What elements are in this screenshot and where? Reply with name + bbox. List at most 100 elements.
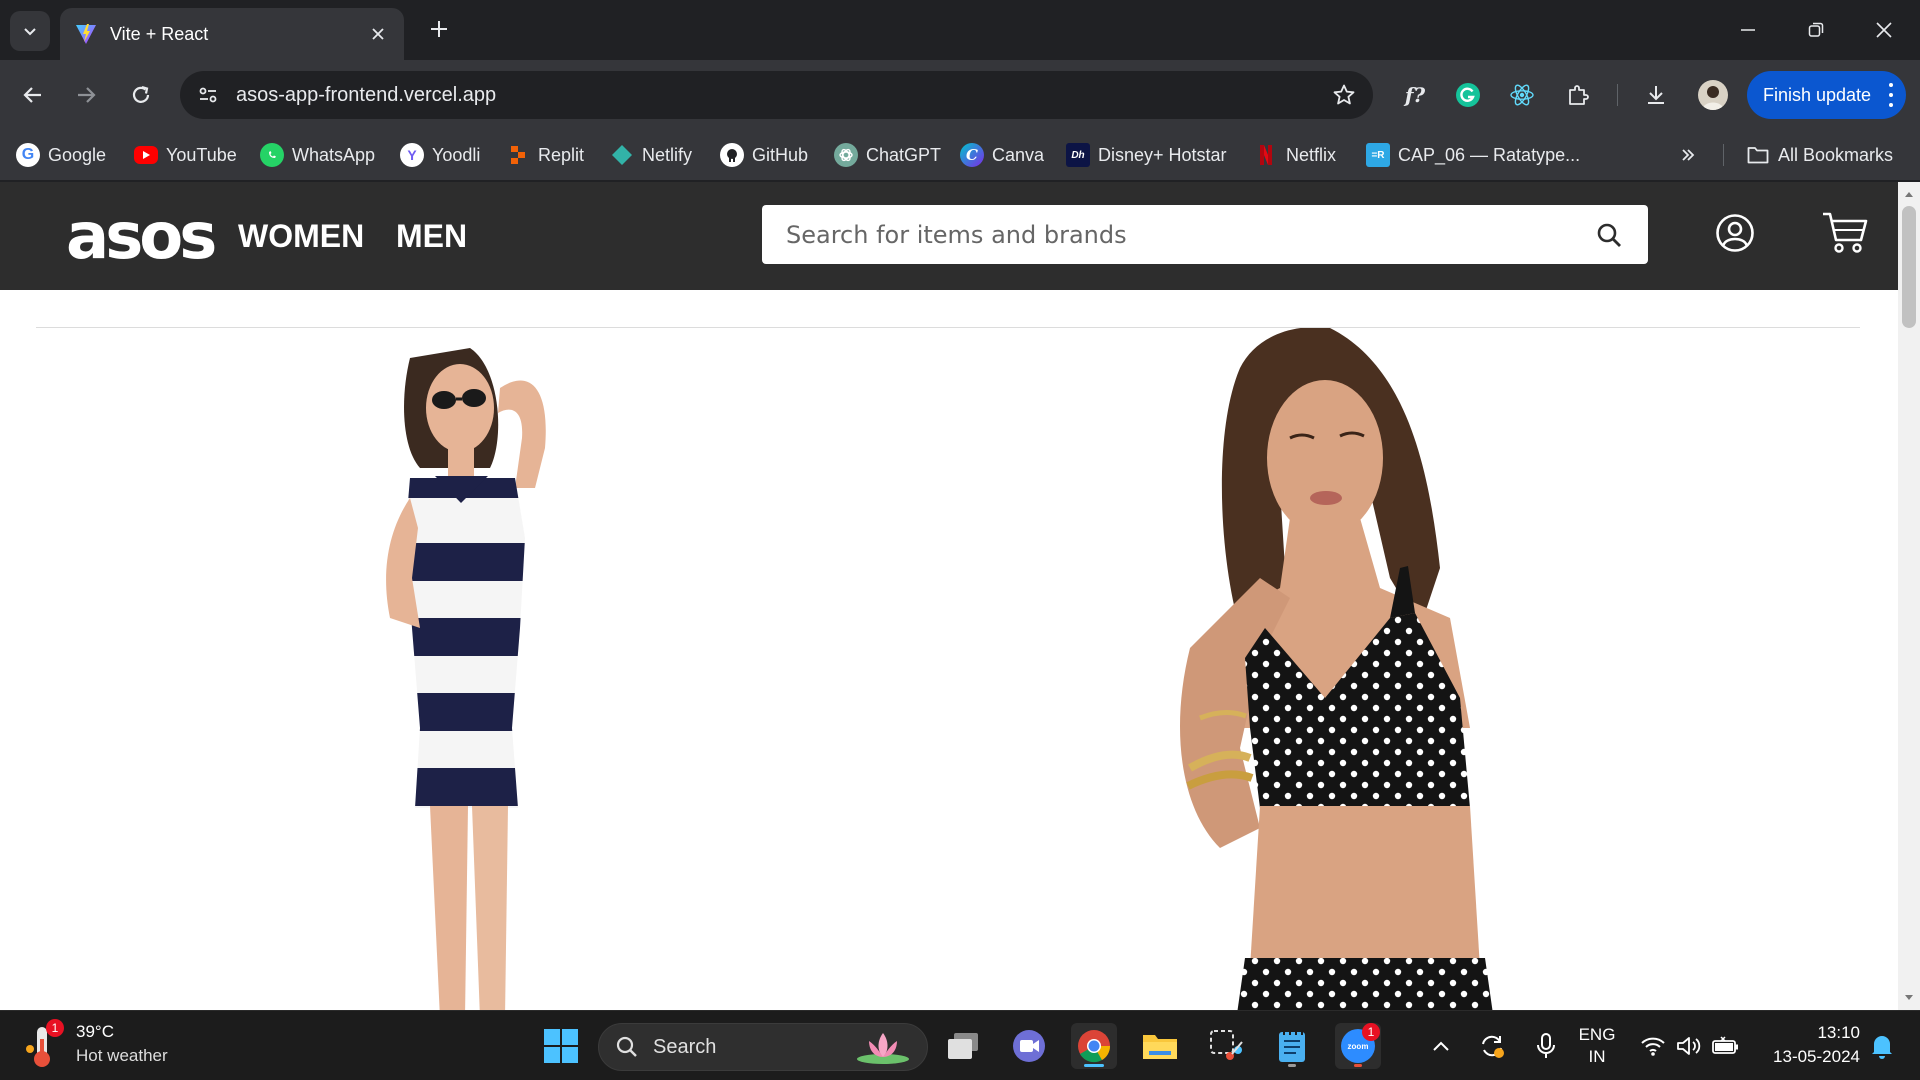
back-button[interactable] <box>15 77 51 113</box>
sync-status-button[interactable] <box>1474 1023 1510 1069</box>
bookmark-whatsapp[interactable]: WhatsApp <box>260 139 375 171</box>
taskbar-search-label: Search <box>653 1035 717 1058</box>
bookmark-google[interactable]: G Google <box>16 139 106 171</box>
minimize-button[interactable] <box>1720 8 1776 52</box>
site-info-icon[interactable] <box>194 81 222 109</box>
more-bookmarks-button[interactable] <box>1676 139 1700 171</box>
close-window-button[interactable] <box>1856 8 1912 52</box>
replit-icon <box>506 143 530 167</box>
bookmark-youtube[interactable]: YouTube <box>134 139 237 171</box>
address-bar[interactable]: asos-app-frontend.vercel.app <box>180 71 1373 119</box>
nav-men[interactable]: MEN <box>396 218 467 255</box>
product-image-polka-dot-top[interactable] <box>1150 328 1590 1010</box>
reload-icon <box>132 85 150 103</box>
finish-update-button[interactable]: Finish update <box>1747 71 1906 119</box>
site-search-input[interactable] <box>786 220 1594 249</box>
bookmark-canva[interactable]: C Canva <box>960 139 1044 171</box>
browser-tab[interactable]: Vite + React <box>60 8 404 60</box>
arrow-left-icon <box>23 87 41 103</box>
bookmark-yoodli[interactable]: Y Yoodli <box>400 139 480 171</box>
bookmark-hotstar[interactable]: Dh Disney+ Hotstar <box>1066 139 1227 171</box>
language-bottom: IN <box>1588 1047 1606 1066</box>
notepad-icon <box>1279 1030 1305 1062</box>
react-devtools-icon[interactable] <box>1504 77 1540 113</box>
battery-button[interactable] <box>1708 1023 1744 1069</box>
bell-icon <box>1872 1036 1892 1059</box>
language-top: ENG <box>1578 1025 1616 1044</box>
downloads-icon[interactable] <box>1638 77 1674 113</box>
clock-date: 13-05-2024 <box>1773 1047 1860 1066</box>
microphone-icon <box>1537 1033 1555 1058</box>
snipping-tool-button[interactable] <box>1203 1023 1249 1069</box>
chevron-down-icon <box>24 28 36 36</box>
restore-button[interactable] <box>1788 8 1844 52</box>
bookmark-chatgpt[interactable]: ChatGPT <box>834 139 941 171</box>
weather-temp: 39°C <box>76 1022 114 1041</box>
chrome-taskbar-button[interactable] <box>1071 1023 1117 1069</box>
start-button[interactable] <box>538 1023 584 1069</box>
windows-icon <box>544 1029 578 1063</box>
more-menu-icon[interactable] <box>1888 83 1894 107</box>
tab-close-icon[interactable] <box>366 22 390 46</box>
notepad-button[interactable] <box>1269 1023 1315 1069</box>
url-text[interactable]: asos-app-frontend.vercel.app <box>236 84 1329 107</box>
asos-logo[interactable]: asos <box>66 200 217 274</box>
language-indicator[interactable]: ENG IN <box>1576 1023 1618 1069</box>
forward-button[interactable] <box>68 77 104 113</box>
bookmark-netlify[interactable]: Netlify <box>610 139 692 171</box>
notifications-button[interactable] <box>1864 1023 1900 1069</box>
bookmark-star-icon[interactable] <box>1329 80 1359 110</box>
wifi-button[interactable] <box>1636 1023 1670 1069</box>
system-clock[interactable]: 13:10 13-05-2024 <box>1756 1021 1860 1069</box>
minimize-icon <box>1741 29 1755 31</box>
snipping-tool-icon <box>1210 1030 1243 1060</box>
file-explorer-button[interactable] <box>1137 1023 1183 1069</box>
microphone-button[interactable] <box>1528 1023 1564 1069</box>
grammarly-icon[interactable] <box>1450 77 1486 113</box>
taskbar-search[interactable]: Search <box>598 1023 928 1071</box>
teams-meet-button[interactable] <box>1006 1023 1052 1069</box>
all-bookmarks-button[interactable]: All Bookmarks <box>1746 139 1893 171</box>
bookmark-replit[interactable]: Replit <box>506 139 584 171</box>
restore-icon <box>1808 22 1824 37</box>
nav-women[interactable]: WOMEN <box>238 218 364 255</box>
windows-taskbar: 1 39°C Hot weather Search zoom 1 ENG IN … <box>0 1010 1920 1080</box>
svg-text:zoom: zoom <box>1348 1042 1369 1051</box>
bookmark-ratatype[interactable]: =R CAP_06 — Ratatype... <box>1366 139 1580 171</box>
search-icon[interactable] <box>1594 220 1624 250</box>
running-indicator <box>1354 1064 1362 1067</box>
weather-widget[interactable]: 1 39°C Hot weather <box>24 1019 168 1069</box>
account-icon[interactable] <box>1710 208 1760 258</box>
volume-button[interactable] <box>1672 1023 1706 1069</box>
chevron-up-icon <box>1433 1041 1449 1051</box>
reload-button[interactable] <box>123 77 159 113</box>
scrollbar-thumb[interactable] <box>1902 206 1916 328</box>
scroll-up-icon[interactable] <box>1903 188 1915 200</box>
plus-icon <box>431 21 447 37</box>
extensions-puzzle-icon[interactable] <box>1560 77 1596 113</box>
finish-update-label: Finish update <box>1763 84 1872 105</box>
zoom-taskbar-button[interactable]: zoom 1 <box>1335 1023 1381 1069</box>
arrow-right-icon <box>78 87 96 103</box>
bookmark-netflix[interactable]: Netflix <box>1254 139 1336 171</box>
lotus-icon <box>857 1033 909 1064</box>
page-scrollbar[interactable] <box>1898 182 1920 1010</box>
yoodli-icon: Y <box>400 143 424 167</box>
show-hidden-icons-button[interactable] <box>1426 1023 1456 1069</box>
scroll-down-icon[interactable] <box>1903 992 1915 1004</box>
new-tab-button[interactable] <box>424 14 454 44</box>
cart-icon[interactable] <box>1820 208 1870 258</box>
whatsapp-icon <box>260 143 284 167</box>
youtube-icon <box>134 146 158 164</box>
vite-icon <box>76 24 96 44</box>
formula-extension-icon[interactable]: f? <box>1397 77 1433 113</box>
folder-icon <box>1746 143 1770 167</box>
zoom-badge: 1 <box>1362 1023 1380 1041</box>
bookmark-github[interactable]: GitHub <box>720 139 808 171</box>
hotstar-icon: Dh <box>1066 143 1090 167</box>
search-icon <box>616 1036 637 1057</box>
task-view-button[interactable] <box>940 1023 986 1069</box>
tab-search-button[interactable] <box>10 11 50 51</box>
product-image-striped-dress[interactable] <box>340 328 660 1010</box>
profile-avatar[interactable] <box>1698 80 1728 110</box>
